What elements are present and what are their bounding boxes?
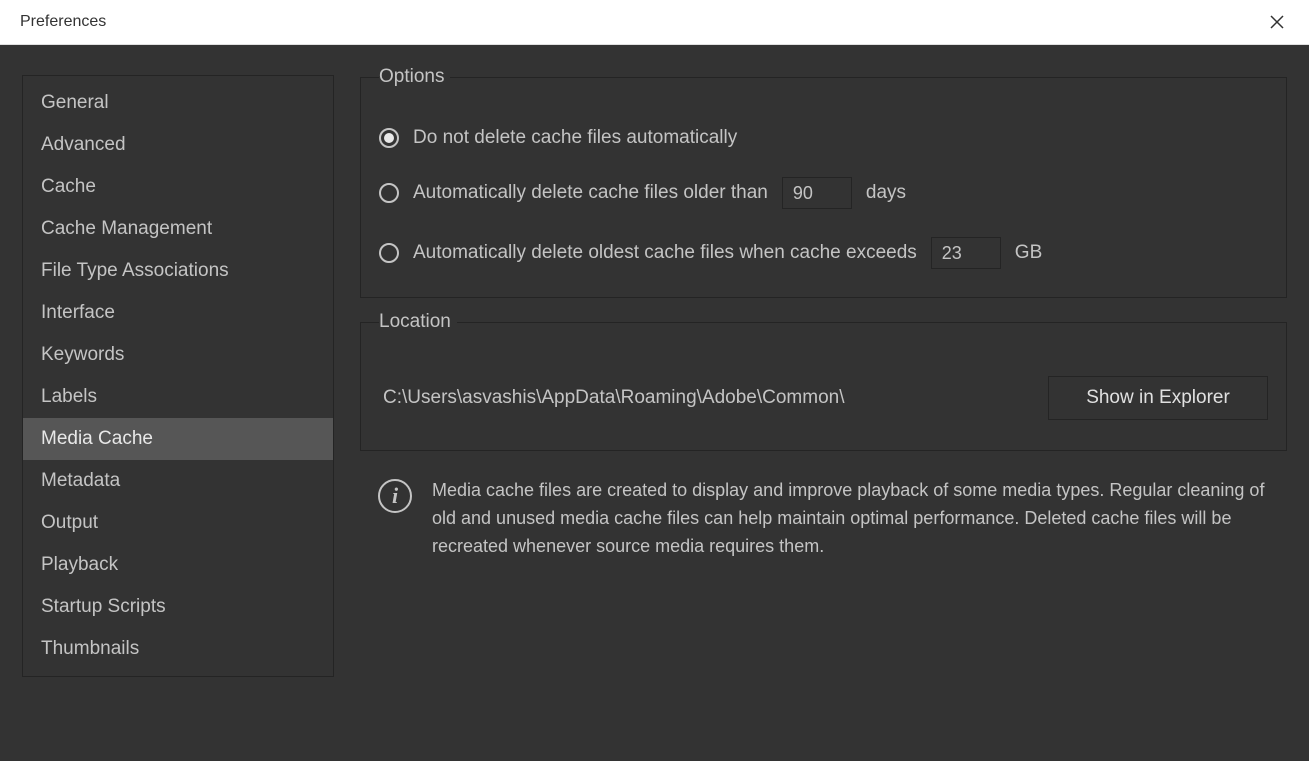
sidebar-item-output[interactable]: Output <box>23 502 333 544</box>
info-block: i Media cache files are created to displ… <box>360 475 1287 561</box>
cache-path: C:\Users\asvashis\AppData\Roaming\Adobe\… <box>383 387 844 409</box>
location-row: C:\Users\asvashis\AppData\Roaming\Adobe\… <box>379 372 1268 426</box>
sidebar-item-playback[interactable]: Playback <box>23 544 333 586</box>
preferences-window: Preferences General Advanced Cache Cache… <box>0 0 1309 761</box>
days-input[interactable] <box>782 177 852 209</box>
sidebar: General Advanced Cache Cache Management … <box>22 75 334 677</box>
radio-do-not-delete[interactable] <box>379 128 399 148</box>
option-do-not-delete[interactable]: Do not delete cache files automatically <box>379 127 1268 149</box>
close-icon <box>1270 15 1284 29</box>
sidebar-item-advanced[interactable]: Advanced <box>23 124 333 166</box>
sidebar-item-labels[interactable]: Labels <box>23 376 333 418</box>
sidebar-item-cache[interactable]: Cache <box>23 166 333 208</box>
sidebar-item-interface[interactable]: Interface <box>23 292 333 334</box>
titlebar: Preferences <box>0 0 1309 45</box>
window-title: Preferences <box>20 13 106 31</box>
option-suffix: days <box>866 182 906 204</box>
size-input[interactable] <box>931 237 1001 269</box>
option-delete-older-than[interactable]: Automatically delete cache files older t… <box>379 177 1268 209</box>
option-delete-when-exceeds[interactable]: Automatically delete oldest cache files … <box>379 237 1268 269</box>
info-text: Media cache files are created to display… <box>432 477 1277 561</box>
content-area: General Advanced Cache Cache Management … <box>0 45 1309 761</box>
options-group: Options Do not delete cache files automa… <box>360 77 1287 298</box>
info-icon: i <box>378 479 412 513</box>
option-label: Automatically delete cache files older t… <box>413 182 768 204</box>
option-suffix: GB <box>1015 242 1042 264</box>
sidebar-item-media-cache[interactable]: Media Cache <box>23 418 333 460</box>
main-panel: Options Do not delete cache files automa… <box>360 75 1287 739</box>
close-button[interactable] <box>1261 6 1293 38</box>
sidebar-item-metadata[interactable]: Metadata <box>23 460 333 502</box>
sidebar-item-thumbnails[interactable]: Thumbnails <box>23 628 333 670</box>
option-label: Do not delete cache files automatically <box>413 127 737 149</box>
radio-delete-when-exceeds[interactable] <box>379 243 399 263</box>
location-legend: Location <box>379 311 457 333</box>
option-label: Automatically delete oldest cache files … <box>413 242 917 264</box>
radio-delete-older-than[interactable] <box>379 183 399 203</box>
options-legend: Options <box>379 66 450 88</box>
location-group: Location C:\Users\asvashis\AppData\Roami… <box>360 322 1287 451</box>
sidebar-item-general[interactable]: General <box>23 82 333 124</box>
show-in-explorer-button[interactable]: Show in Explorer <box>1048 376 1268 420</box>
sidebar-item-cache-management[interactable]: Cache Management <box>23 208 333 250</box>
sidebar-item-keywords[interactable]: Keywords <box>23 334 333 376</box>
sidebar-item-file-type-associations[interactable]: File Type Associations <box>23 250 333 292</box>
sidebar-item-startup-scripts[interactable]: Startup Scripts <box>23 586 333 628</box>
